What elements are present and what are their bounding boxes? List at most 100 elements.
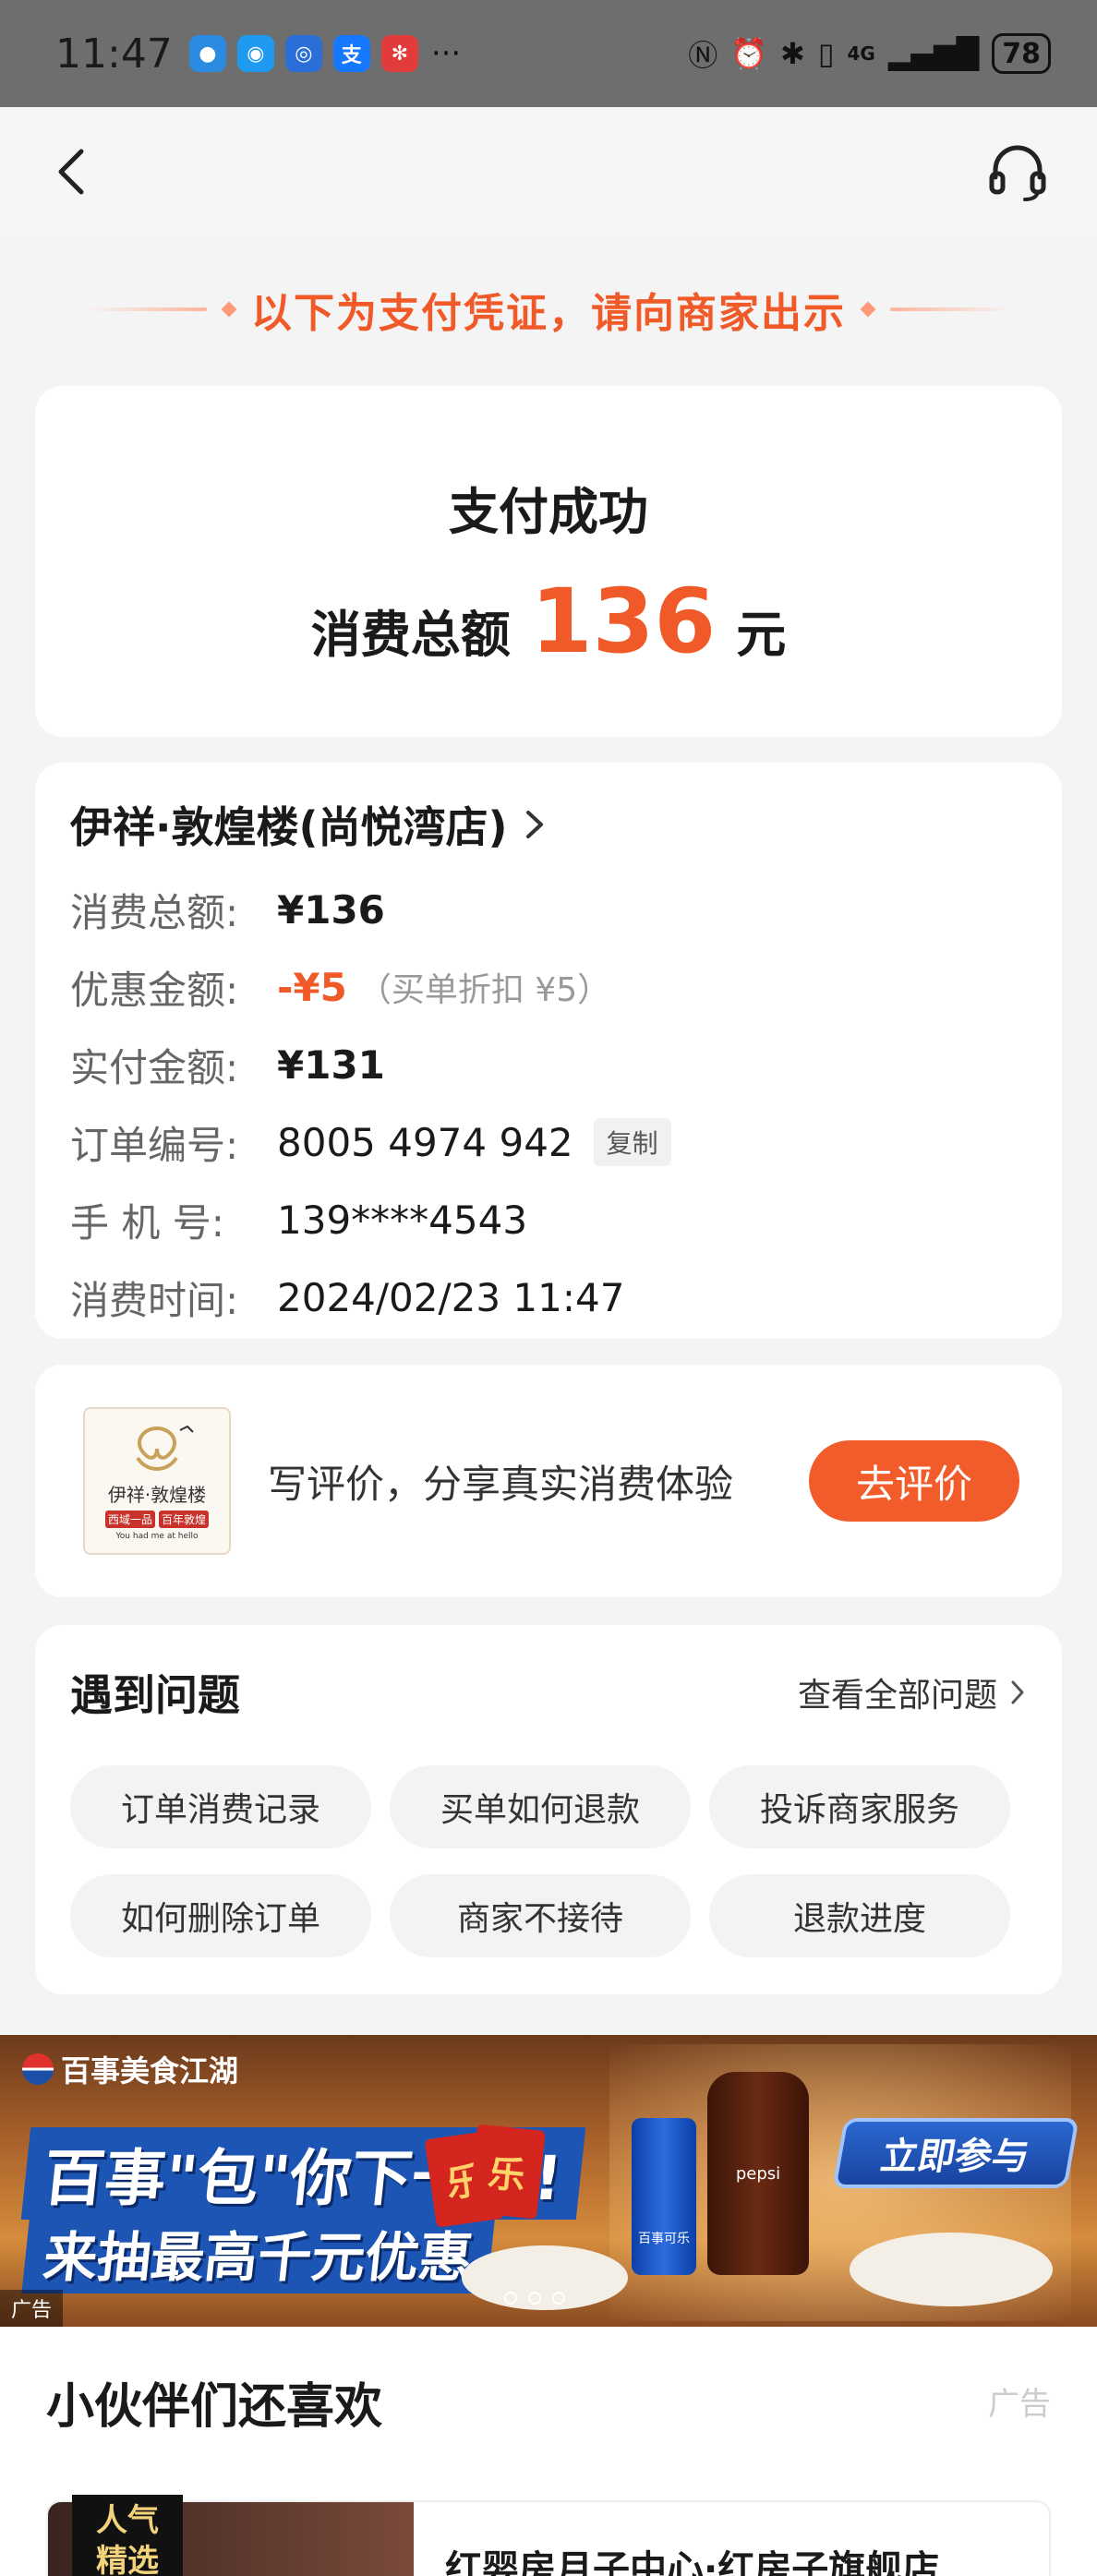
carousel-dot <box>504 2292 517 2305</box>
payment-success-card: 支付成功 消费总额 136 元 <box>35 386 1062 737</box>
copy-order-number-button[interactable]: 复制 <box>593 1118 671 1166</box>
order-row-label: 消费总额: <box>70 889 239 935</box>
order-row-total: 消费总额: ¥136 <box>70 886 1027 935</box>
faq-chip[interactable]: 订单消费记录 <box>70 1765 371 1848</box>
order-row-label: 订单编号: <box>70 1122 239 1168</box>
faq-chip[interactable]: 如何删除订单 <box>70 1874 371 1957</box>
nav-bar <box>0 107 1097 236</box>
order-row-phone: 手 机 号: 139****4543 <box>70 1197 1027 1246</box>
decorative-diamond-icon <box>860 301 876 318</box>
order-row-label: 手 机 号: <box>70 1199 224 1246</box>
currency-unit: 元 <box>736 606 787 664</box>
faq-chip[interactable]: 退款进度 <box>709 1874 1010 1957</box>
shop-link[interactable]: 伊祥·敦煌楼(尚悦湾店) <box>70 794 1027 855</box>
carousel-indicator <box>504 2292 565 2305</box>
payment-success-title: 支付成功 <box>449 483 648 541</box>
app-notification-icon: ● <box>188 35 226 72</box>
order-number-value: 8005 4974 942 <box>277 1119 573 1165</box>
status-bar: 11:47 ● ◉ ◎ 支 ✻ ··· Ⓝ ⏰ ✱ ▯ 4G ▂▄▆█ 78 <box>0 0 1097 107</box>
chevron-right-icon <box>525 811 543 838</box>
carousel-dot <box>528 2292 541 2305</box>
order-row-value: ¥136 <box>277 886 385 933</box>
order-row-value: 2024/02/23 11:47 <box>277 1274 625 1320</box>
voucher-notice-text: 以下为支付凭证，请向商家出示 <box>251 290 846 337</box>
logo-brand-text: 伊祥·敦煌楼 <box>107 1484 207 1506</box>
faq-chip[interactable]: 投诉商家服务 <box>709 1765 1010 1848</box>
decorative-line <box>890 307 1010 311</box>
carousel-dot <box>552 2292 565 2305</box>
write-review-button[interactable]: 去评价 <box>809 1440 1019 1522</box>
badge-line: 人气 <box>96 2502 159 2539</box>
browser-app-icon: ◎ <box>284 35 322 72</box>
order-row-number: 订单编号: 8005 4974 942 复制 <box>70 1118 1027 1168</box>
message-app-icon: ◉ <box>236 35 274 72</box>
ad-label: 广告 <box>988 2386 1051 2423</box>
discount-note: （买单折扣 ¥5） <box>357 971 611 1009</box>
pepsi-can-image: 百事可乐 <box>632 2118 696 2275</box>
faq-chip[interactable]: 买单如何退款 <box>390 1765 691 1848</box>
faq-header: 遇到问题 查看全部问题 <box>70 1662 1027 1723</box>
discount-value: -¥5 <box>277 964 347 1010</box>
back-arrow-icon[interactable] <box>46 144 102 199</box>
ad-banner[interactable]: 百事美食江湖 百事"包"你下一餐! 来抽最高千元优惠 乐 乐 百事可乐 peps… <box>0 2035 1097 2327</box>
shop-logo-emblem-icon <box>136 1425 194 1471</box>
join-now-button[interactable]: 立即参与 <box>832 2118 1079 2188</box>
alarm-icon: ⏰ <box>730 36 768 71</box>
recommendation-item[interactable]: 人气 精选 红婴房月子中心·红房子旗舰店 <box>46 2495 1051 2576</box>
customer-service-headset-icon[interactable] <box>984 138 1051 205</box>
ad-label: 广告 <box>0 2290 64 2327</box>
status-time: 11:47 <box>55 30 173 78</box>
shop-logo: 伊祥·敦煌楼 西域一品 百年敦煌 You had me at hello <box>83 1407 231 1555</box>
pepsi-logo-icon <box>22 2053 54 2085</box>
total-amount-value: 136 <box>530 570 717 673</box>
vibrate-icon: ▯ <box>817 36 835 71</box>
ad-brand-text: 百事美食江湖 <box>61 2053 239 2088</box>
logo-tags: 西域一品 百年敦煌 <box>104 1511 210 1528</box>
order-row-label: 消费时间: <box>70 1277 239 1323</box>
decorative-line <box>87 307 207 311</box>
view-all-questions-label[interactable]: 查看全部问题 <box>798 1668 997 1716</box>
network-type: 4G <box>847 42 875 65</box>
recommendations-section: 小伙伴们还喜欢 广告 人气 精选 红婴房月子中心·红房子旗舰店 <box>0 2327 1097 2576</box>
recommendations-title: 小伙伴们还喜欢 <box>46 2379 383 2435</box>
order-row-paid: 实付金额: ¥131 <box>70 1041 1027 1090</box>
bluetooth-icon: ✱ <box>780 36 805 71</box>
order-row-label: 实付金额: <box>70 1044 239 1090</box>
pepsi-cup-image: pepsi <box>707 2072 809 2275</box>
order-row-time: 消费时间: 2024/02/23 11:47 <box>70 1274 1027 1323</box>
order-row-value: 139****4543 <box>277 1197 528 1243</box>
logo-subtitle: You had me at hello <box>115 1532 199 1541</box>
review-prompt: 写评价，分享真实消费体验 <box>268 1461 734 1507</box>
order-row-discount: 优惠金额: -¥5 （买单折扣 ¥5） <box>70 964 1027 1013</box>
review-card: 伊祥·敦煌楼 西域一品 百年敦煌 You had me at hello 写评价… <box>35 1365 1062 1597</box>
decorative-diamond-icon <box>221 301 237 318</box>
nfc-icon: Ⓝ <box>688 38 718 73</box>
news-app-icon: ✻ <box>380 35 418 72</box>
faq-title: 遇到问题 <box>70 1670 240 1720</box>
faq-chip[interactable]: 商家不接待 <box>390 1874 691 1957</box>
red-envelope-icon: 乐 <box>468 2124 546 2220</box>
logo-tag: 西域一品 <box>104 1511 155 1528</box>
chevron-right-icon <box>1011 1680 1024 1704</box>
recommendation-name[interactable]: 红婴房月子中心·红房子旗舰店 <box>445 2539 939 2576</box>
voucher-notice: 以下为支付凭证，请向商家出示 <box>0 277 1097 342</box>
shop-name[interactable]: 伊祥·敦煌楼(尚悦湾店) <box>70 794 508 855</box>
order-details-card: 伊祥·敦煌楼(尚悦湾店) 消费总额: ¥136 优惠金额: -¥5 （买单折扣 … <box>35 763 1062 1339</box>
notification-icons: ● ◉ ◎ 支 ✻ <box>188 35 418 72</box>
popular-badge: 人气 精选 <box>72 2495 183 2576</box>
ad-brand: 百事美食江湖 <box>22 2048 238 2090</box>
fish-dish-image <box>850 2233 1053 2306</box>
battery-indicator: 78 <box>992 33 1051 74</box>
badge-line: 精选 <box>96 2543 159 2576</box>
total-amount-row: 消费总额 136 元 <box>35 570 1062 673</box>
total-amount-label: 消费总额 <box>310 606 511 664</box>
faq-card: 遇到问题 查看全部问题 订单消费记录 买单如何退款 投诉商家服务 如何删除订单 … <box>35 1625 1062 1994</box>
order-row-label: 优惠金额: <box>70 967 239 1013</box>
logo-tag: 百年敦煌 <box>159 1511 210 1528</box>
more-notifications-icon: ··· <box>430 35 462 72</box>
faq-chip-grid: 订单消费记录 买单如何退款 投诉商家服务 如何删除订单 商家不接待 退款进度 <box>70 1765 1027 1957</box>
ad-subheadline: 来抽最高千元优惠 <box>21 2212 496 2293</box>
alipay-app-icon: 支 <box>332 35 370 72</box>
signal-icon: ▂▄▆█ <box>887 36 980 71</box>
view-all-questions-link[interactable]: 查看全部问题 <box>798 1668 1027 1716</box>
